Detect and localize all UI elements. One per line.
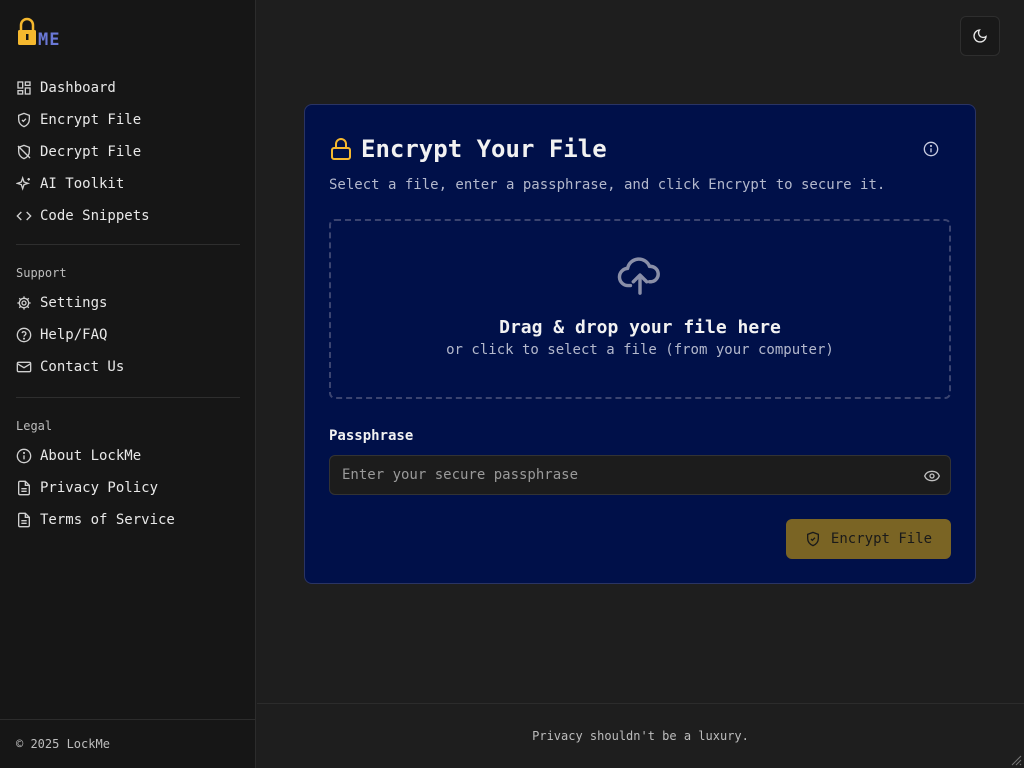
dashboard-icon	[17, 81, 31, 95]
shield-check-icon	[18, 112, 30, 128]
dropzone-title: Drag & drop your file here	[499, 317, 781, 338]
card-title: Encrypt Your File	[329, 135, 607, 163]
sidebar-item-label: Decrypt File	[40, 144, 142, 160]
sidebar-item-terms-of-service[interactable]: Terms of Service	[16, 504, 240, 536]
footer-tagline: Privacy shouldn't be a luxury.	[532, 729, 749, 743]
passphrase-label: Passphrase	[329, 428, 414, 444]
sidebar-item-label: Help/FAQ	[40, 327, 108, 343]
sidebar-item-label: Settings	[40, 295, 108, 311]
sidebar-item-dashboard[interactable]: Dashboard	[16, 72, 240, 104]
encrypt-file-button[interactable]: Encrypt File	[786, 519, 951, 559]
sidebar-item-label: About LockMe	[40, 448, 142, 464]
card-description: Select a file, enter a passphrase, and c…	[329, 177, 886, 193]
file-dropzone[interactable]: Drag & drop your file here or click to s…	[329, 219, 951, 399]
sidebar: ME Dashboard Encrypt File Decrypt File A…	[0, 0, 256, 768]
svg-text:ME: ME	[38, 30, 60, 47]
main-nav: Dashboard Encrypt File Decrypt File AI T…	[16, 72, 240, 232]
section-label-legal: Legal	[16, 419, 53, 433]
document-icon	[18, 480, 30, 496]
passphrase-field	[329, 455, 951, 495]
sidebar-item-help-faq[interactable]: Help/FAQ	[16, 319, 240, 351]
help-circle-icon	[16, 327, 32, 343]
code-icon	[16, 211, 32, 221]
sidebar-item-label: AI Toolkit	[40, 176, 125, 192]
sidebar-item-about-lockme[interactable]: About LockMe	[16, 440, 240, 472]
main-footer: Privacy shouldn't be a luxury.	[257, 703, 1024, 768]
theme-toggle-button[interactable]	[960, 16, 1000, 56]
sidebar-item-encrypt-file[interactable]: Encrypt File	[16, 104, 240, 136]
encrypt-button-label: Encrypt File	[830, 531, 933, 547]
shield-check-icon	[806, 531, 819, 547]
dropzone-subtitle: or click to select a file (from your com…	[446, 342, 834, 358]
sparkles-icon	[16, 176, 31, 191]
shield-off-icon	[17, 144, 31, 160]
mail-icon	[16, 361, 32, 373]
info-icon[interactable]	[923, 141, 939, 157]
sidebar-item-ai-toolkit[interactable]: AI Toolkit	[16, 168, 240, 200]
legal-nav: Legal About LockMe Privacy Policy Terms …	[16, 412, 240, 536]
lockme-logo[interactable]: ME	[16, 17, 78, 47]
sidebar-divider	[16, 244, 240, 245]
cloud-upload-icon	[617, 257, 660, 295]
support-nav: Support Settings Help/FAQ Contact Us	[16, 259, 240, 383]
eye-icon[interactable]	[924, 468, 940, 484]
sidebar-item-label: Dashboard	[40, 80, 116, 96]
resize-grip-icon[interactable]	[1010, 754, 1022, 766]
logo-lock-icon: ME	[18, 17, 60, 47]
sidebar-copyright: © 2025 LockMe	[0, 719, 256, 768]
sidebar-item-label: Terms of Service	[40, 512, 175, 528]
sidebar-item-settings[interactable]: Settings	[16, 287, 240, 319]
info-icon	[16, 448, 32, 464]
sidebar-item-label: Encrypt File	[40, 112, 142, 128]
moon-icon	[973, 29, 987, 43]
card-title-text: Encrypt Your File	[361, 135, 607, 163]
encrypt-card: Encrypt Your File Select a file, enter a…	[304, 104, 976, 584]
gear-icon	[17, 296, 31, 310]
sidebar-item-label: Privacy Policy	[40, 480, 159, 496]
sidebar-item-label: Code Snippets	[40, 208, 150, 224]
section-label-support: Support	[16, 266, 67, 280]
lock-icon	[331, 138, 351, 160]
sidebar-item-decrypt-file[interactable]: Decrypt File	[16, 136, 240, 168]
sidebar-item-code-snippets[interactable]: Code Snippets	[16, 200, 240, 232]
passphrase-input[interactable]	[330, 456, 950, 494]
sidebar-item-label: Contact Us	[40, 359, 125, 375]
sidebar-item-privacy-policy[interactable]: Privacy Policy	[16, 472, 240, 504]
sidebar-item-contact-us[interactable]: Contact Us	[16, 351, 240, 383]
document-icon	[18, 512, 30, 528]
sidebar-divider	[16, 397, 240, 398]
